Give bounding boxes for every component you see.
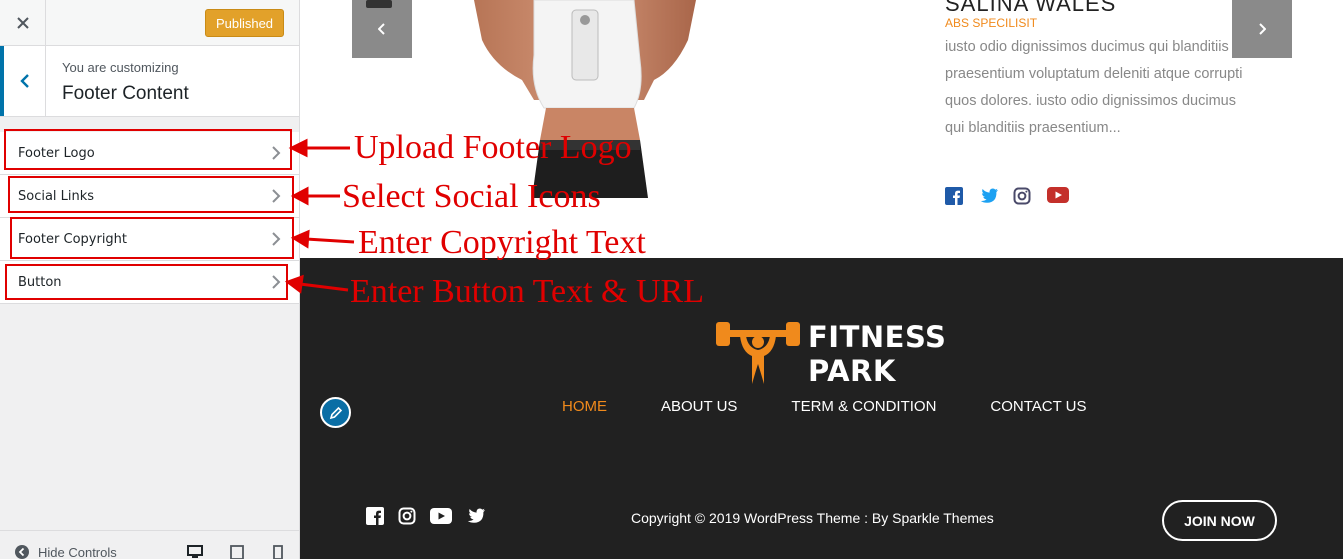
nav-home[interactable]: HOME — [562, 398, 607, 415]
hide-controls-button[interactable]: Hide Controls — [14, 544, 117, 559]
annotation-upload-footer-logo: Upload Footer Logo — [354, 129, 632, 166]
logo-line-2: PARK — [808, 354, 896, 388]
trainer-role: ABS SPECILISIT — [945, 16, 1038, 30]
footer-nav: HOME ABOUT US TERM & CONDITION CONTACT U… — [562, 398, 1141, 415]
hide-controls-label: Hide Controls — [38, 544, 117, 559]
facebook-icon[interactable] — [366, 507, 384, 525]
annotation-select-social-icons: Select Social Icons — [342, 178, 601, 215]
youtube-icon[interactable] — [430, 508, 452, 524]
instagram-icon[interactable] — [398, 507, 416, 525]
chevron-right-icon — [1259, 23, 1266, 35]
logo-line-1: FITNESS — [808, 320, 947, 354]
dumbbell-icon — [366, 0, 392, 8]
footer-social-links — [366, 507, 486, 525]
tablet-preview-icon[interactable] — [230, 545, 244, 559]
athlete-image — [474, 0, 696, 198]
chevron-left-icon — [378, 23, 385, 35]
trainer-bio: iusto odio dignissimos ducimus qui bland… — [945, 39, 1243, 136]
prev-slide-button[interactable] — [352, 0, 412, 58]
collapse-arrow-icon — [15, 545, 29, 559]
youtube-icon[interactable] — [1047, 187, 1069, 207]
join-now-button[interactable]: JOIN NOW — [1162, 500, 1277, 541]
instagram-icon[interactable] — [1013, 187, 1033, 207]
mobile-preview-icon[interactable] — [273, 545, 283, 559]
edit-shortcut-button[interactable] — [320, 397, 351, 428]
twitter-icon[interactable] — [979, 187, 999, 207]
footer-logo[interactable]: FITNESS PARK — [716, 318, 946, 388]
weightlifter-logo-icon — [716, 322, 800, 384]
facebook-icon[interactable] — [945, 187, 965, 207]
pencil-icon — [329, 406, 342, 419]
annotation-enter-copyright-text: Enter Copyright Text — [358, 224, 646, 261]
nav-about-us[interactable]: ABOUT US — [661, 398, 737, 415]
customizer-footer: Hide Controls — [0, 530, 299, 559]
trainer-social-links — [945, 187, 1069, 207]
desktop-preview-icon[interactable] — [187, 545, 203, 559]
nav-contact-us[interactable]: CONTACT US — [990, 398, 1086, 415]
footer-logo-text: FITNESS PARK — [808, 320, 946, 388]
nav-term-condition[interactable]: TERM & CONDITION — [791, 398, 936, 415]
trainer-name: SALINA WALES — [945, 0, 1117, 16]
annotation-enter-button-text: Enter Button Text & URL — [350, 273, 704, 310]
footer-copyright: Copyright © 2019 WordPress Theme : By Sp… — [631, 510, 994, 526]
annotation-arrows — [284, 138, 355, 294]
twitter-icon[interactable] — [466, 507, 486, 525]
